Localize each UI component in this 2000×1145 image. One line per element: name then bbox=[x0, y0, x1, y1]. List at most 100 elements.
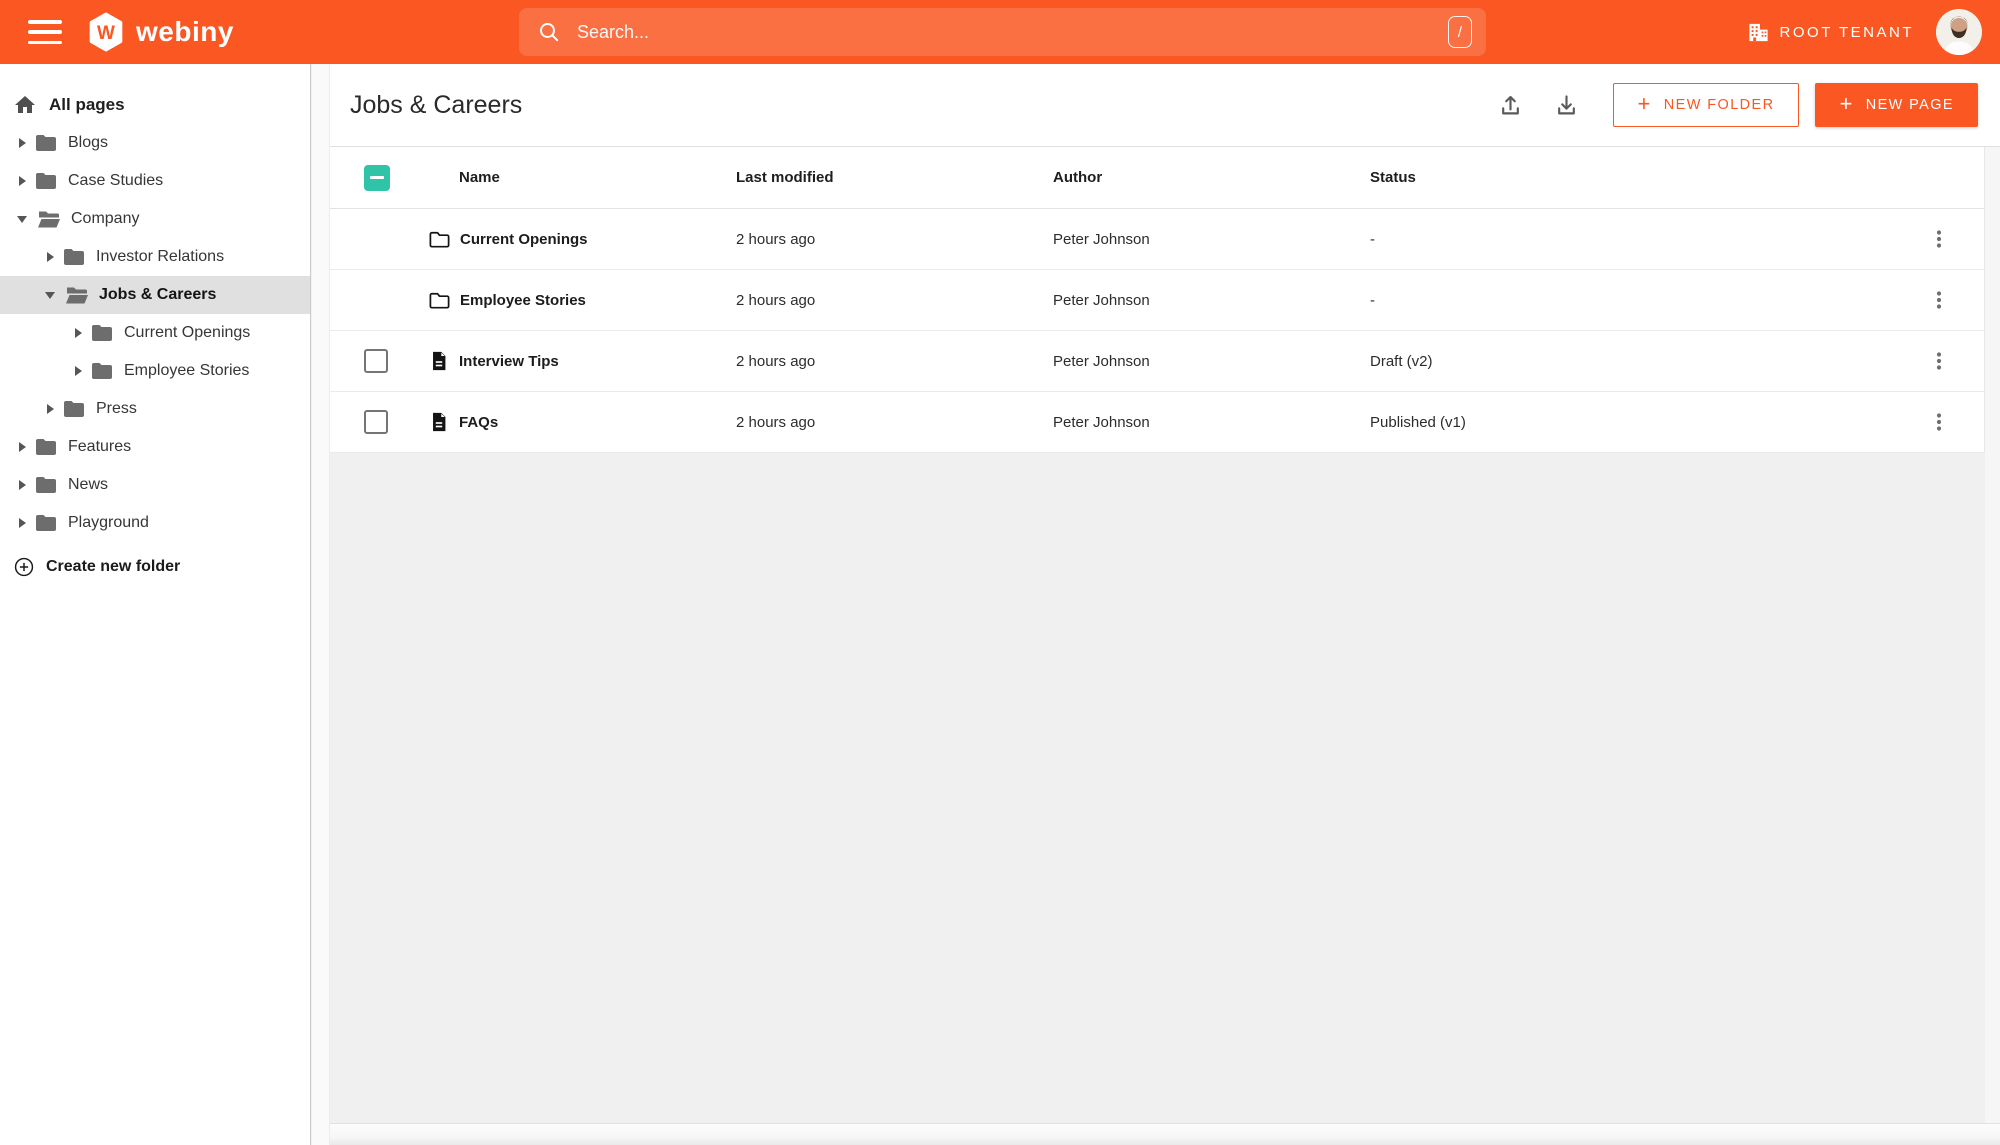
sidebar-item-label: Current Openings bbox=[124, 324, 251, 341]
webiny-logo-icon: W bbox=[88, 12, 124, 52]
avatar[interactable] bbox=[1936, 9, 1982, 55]
create-new-folder-button[interactable]: Create new folder bbox=[0, 547, 310, 587]
sidebar-item-all-pages[interactable]: All pages bbox=[0, 86, 310, 124]
chevron-icon[interactable] bbox=[19, 518, 26, 528]
sidebar-item-playground[interactable]: Playground bbox=[0, 504, 310, 542]
table-row[interactable]: Employee Stories 2 hours ago Peter Johns… bbox=[330, 270, 1984, 331]
chevron-icon[interactable] bbox=[19, 442, 26, 452]
sidebar-item-label: Features bbox=[68, 438, 132, 455]
row-menu-button[interactable] bbox=[1921, 404, 1957, 440]
row-checkbox[interactable] bbox=[364, 349, 388, 373]
sidebar-item-case-studies[interactable]: Case Studies bbox=[0, 162, 310, 200]
folder-icon bbox=[36, 173, 56, 189]
sidebar-item-blogs[interactable]: Blogs bbox=[0, 124, 310, 162]
sidebar-item-label: Jobs & Careers bbox=[99, 286, 217, 303]
sidebar-resize-gutter[interactable] bbox=[312, 64, 330, 1145]
chevron-icon[interactable] bbox=[47, 404, 54, 414]
cell-author: Peter Johnson bbox=[1053, 230, 1150, 248]
table-row[interactable]: FAQs 2 hours ago Peter Johnson Published… bbox=[330, 392, 1984, 453]
cell-author: Peter Johnson bbox=[1053, 291, 1150, 309]
main-content: Jobs & Careers + NEW FOLDER + NEW PAGE N… bbox=[330, 64, 2000, 1145]
sidebar-item-press[interactable]: Press bbox=[0, 390, 310, 428]
brand-wordmark: webiny bbox=[136, 16, 234, 47]
kebab-menu-icon bbox=[1936, 413, 1942, 431]
svg-text:W: W bbox=[97, 23, 115, 44]
column-header-last-modified: Last modified bbox=[736, 169, 834, 186]
tenant-building-icon bbox=[1748, 23, 1768, 41]
row-menu-button[interactable] bbox=[1921, 282, 1957, 318]
folder-open-icon bbox=[38, 211, 60, 227]
chevron-icon[interactable] bbox=[17, 215, 27, 223]
cell-status: - bbox=[1370, 291, 1375, 309]
folder-icon bbox=[36, 439, 56, 455]
search-icon bbox=[540, 23, 559, 42]
sidebar-item-employee-stories[interactable]: Employee Stories bbox=[0, 352, 310, 390]
import-button[interactable] bbox=[1491, 85, 1531, 125]
row-menu-button[interactable] bbox=[1921, 343, 1957, 379]
sidebar-item-label: All pages bbox=[49, 95, 125, 114]
tenant-name: ROOT TENANT bbox=[1779, 23, 1914, 41]
sidebar-item-label: News bbox=[68, 476, 109, 493]
sidebar-item-label: Case Studies bbox=[68, 172, 164, 189]
new-folder-button[interactable]: + NEW FOLDER bbox=[1612, 83, 1800, 127]
new-page-button[interactable]: + NEW PAGE bbox=[1815, 83, 1978, 127]
sidebar-item-label: Company bbox=[71, 210, 140, 227]
folder-icon bbox=[36, 477, 56, 493]
cell-author: Peter Johnson bbox=[1053, 413, 1150, 431]
cell-status: Published (v1) bbox=[1370, 413, 1466, 431]
chevron-icon[interactable] bbox=[19, 480, 26, 490]
sidebar-item-company[interactable]: Company bbox=[0, 200, 310, 238]
select-all-checkbox[interactable] bbox=[364, 164, 390, 191]
plus-icon: + bbox=[1637, 91, 1652, 116]
table-row[interactable]: Interview Tips 2 hours ago Peter Johnson… bbox=[330, 331, 1984, 392]
search-input[interactable] bbox=[577, 21, 1448, 43]
search-shortcut-badge: / bbox=[1448, 16, 1472, 48]
plus-circle-icon bbox=[14, 557, 34, 577]
sidebar-item-jobs-careers[interactable]: Jobs & Careers bbox=[0, 276, 310, 314]
row-checkbox[interactable] bbox=[364, 410, 388, 434]
folder-tree: Blogs Case Studies Company Investor Rela… bbox=[0, 124, 310, 542]
export-button[interactable] bbox=[1547, 85, 1587, 125]
row-menu-button[interactable] bbox=[1921, 221, 1957, 257]
sidebar-item-current-openings[interactable]: Current Openings bbox=[0, 314, 310, 352]
kebab-menu-icon bbox=[1936, 230, 1942, 248]
tenant-selector[interactable]: ROOT TENANT bbox=[1747, 21, 1914, 44]
table-row[interactable]: Current Openings 2 hours ago Peter Johns… bbox=[330, 209, 1984, 270]
page-title: Jobs & Careers bbox=[350, 90, 523, 119]
cell-last-modified: 2 hours ago bbox=[736, 352, 816, 370]
sidebar-item-features[interactable]: Features bbox=[0, 428, 310, 466]
folder-icon bbox=[92, 363, 112, 379]
folder-icon bbox=[64, 249, 84, 265]
download-icon bbox=[1558, 94, 1575, 114]
pages-table: Name Last modified Author Status Current… bbox=[330, 147, 1985, 453]
chevron-icon[interactable] bbox=[19, 138, 26, 148]
topbar-right: ROOT TENANT bbox=[1747, 9, 2000, 55]
plus-icon: + bbox=[1839, 91, 1854, 116]
table-header-row: Name Last modified Author Status bbox=[330, 147, 1984, 209]
folder-outline-icon bbox=[429, 231, 450, 248]
chevron-icon[interactable] bbox=[75, 366, 82, 376]
folder-open-icon bbox=[66, 287, 88, 303]
document-icon bbox=[433, 351, 446, 371]
search-bar[interactable]: / bbox=[519, 8, 1486, 56]
cell-status: - bbox=[1370, 230, 1375, 248]
create-new-folder-label: Create new folder bbox=[46, 558, 181, 575]
scrollbar-track[interactable] bbox=[1985, 147, 2000, 1145]
column-header-author: Author bbox=[1053, 169, 1103, 186]
chevron-icon[interactable] bbox=[19, 176, 26, 186]
sidebar-item-label: Employee Stories bbox=[124, 362, 250, 379]
upload-icon bbox=[1502, 95, 1519, 114]
menu-icon[interactable] bbox=[28, 20, 62, 44]
folder-outline-icon bbox=[429, 292, 450, 309]
chevron-icon[interactable] bbox=[47, 252, 54, 262]
folder-icon bbox=[64, 401, 84, 417]
chevron-icon[interactable] bbox=[45, 291, 55, 299]
cell-last-modified: 2 hours ago bbox=[736, 413, 816, 431]
chevron-icon[interactable] bbox=[75, 328, 82, 338]
cell-last-modified: 2 hours ago bbox=[736, 291, 816, 309]
sidebar-item-news[interactable]: News bbox=[0, 466, 310, 504]
cell-name: FAQs bbox=[428, 411, 736, 433]
document-icon bbox=[433, 412, 446, 432]
sidebar-item-investor-relations[interactable]: Investor Relations bbox=[0, 238, 310, 276]
cell-last-modified: 2 hours ago bbox=[736, 230, 816, 248]
